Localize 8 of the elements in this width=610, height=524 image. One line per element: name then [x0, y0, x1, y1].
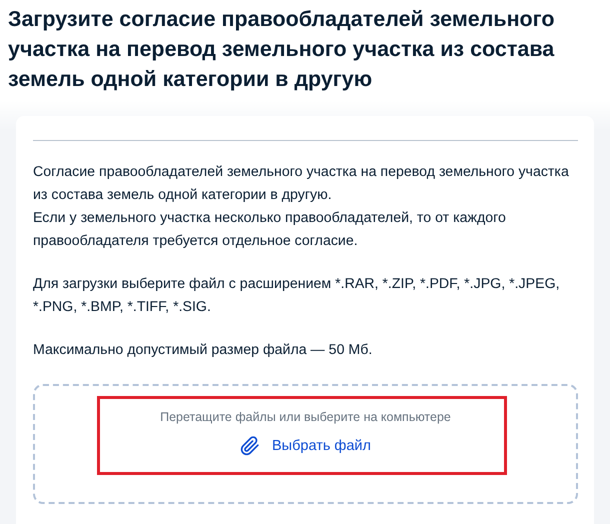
dropzone[interactable]: Перетащите файлы или выберите на компьютере Выбрать файл [33, 384, 578, 504]
dropzone-hint: Перетащите файлы или выберите на компьютере [160, 410, 451, 424]
paperclip-icon [240, 436, 260, 456]
description-text: Для загрузки выберите файл с расширением *.RAR, *.ZIP, *.PDF, *.JPG, *.JPEG, *.PNG, *.BMP, *.TIFF, *.SIG. [33, 275, 561, 317]
page-title: Загрузите согласие правообладателей земельного участка на перевод земельного участка из состава земель одной категории в другую [7, 6, 556, 93]
choose-file-button[interactable]: Выбрать файл [236, 434, 375, 458]
description-text: Согласие правообладателей земельного участка на перевод земельного участка из состава земель одной категории в другую. Если у земельного участка несколько правообладателей, то от каждого правообладателя требуется отдельное согласие. [33, 163, 570, 251]
description-text: Максимально допустимый размер файла — 50 Мб. [33, 341, 374, 360]
